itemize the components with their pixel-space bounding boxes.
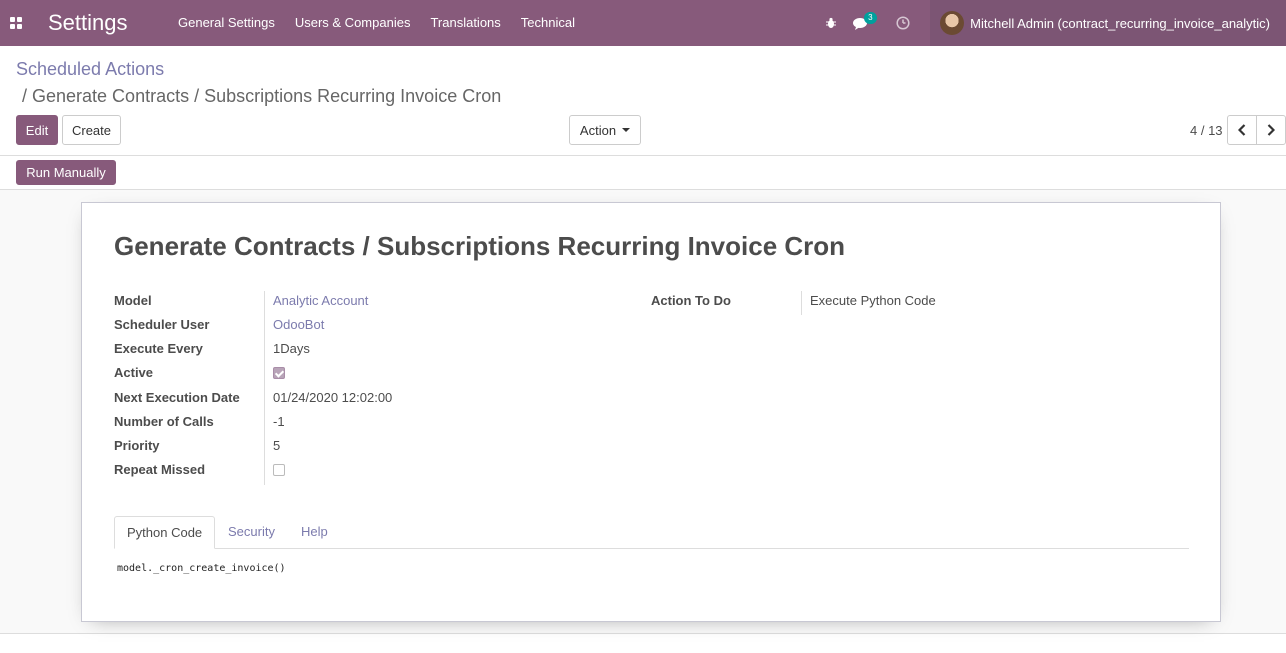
action-to-do-label: Action To Do bbox=[651, 293, 731, 308]
notebook-tabs: Python Code Security Help bbox=[114, 516, 1189, 549]
tab-security[interactable]: Security bbox=[216, 516, 287, 549]
run-manually-button[interactable]: Run Manually bbox=[16, 160, 116, 185]
execute-every-label: Execute Every bbox=[114, 341, 203, 356]
menu-technical[interactable]: Technical bbox=[511, 0, 585, 46]
scheduler-user-link[interactable]: OdooBot bbox=[273, 317, 324, 332]
python-code-content[interactable]: model._cron_create_invoice() bbox=[117, 563, 286, 574]
repeat-missed-label: Repeat Missed bbox=[114, 462, 206, 477]
number-of-calls-value: -1 bbox=[273, 414, 285, 429]
top-navbar: Settings General Settings Users & Compan… bbox=[0, 0, 1286, 46]
bug-icon[interactable] bbox=[818, 0, 844, 46]
tab-python-code[interactable]: Python Code bbox=[114, 516, 216, 549]
chevron-left-icon bbox=[1238, 124, 1246, 136]
user-menu[interactable]: Mitchell Admin (contract_recurring_invoi… bbox=[930, 0, 1286, 46]
tab-help[interactable]: Help bbox=[289, 516, 340, 549]
action-to-do-value: Execute Python Code bbox=[810, 293, 936, 308]
pager-value[interactable]: 4 / 13 bbox=[1190, 123, 1223, 138]
right-group-separator bbox=[801, 291, 802, 315]
menu-general-settings[interactable]: General Settings bbox=[168, 0, 285, 46]
statusbar: Run Manually bbox=[0, 156, 1286, 190]
execute-every-value: 1Days bbox=[273, 341, 310, 356]
left-group-separator bbox=[264, 291, 265, 485]
menu-translations[interactable]: Translations bbox=[420, 0, 510, 46]
number-of-calls-label: Number of Calls bbox=[114, 414, 214, 429]
pager-next-button[interactable] bbox=[1256, 115, 1286, 145]
priority-label: Priority bbox=[114, 438, 160, 453]
control-panel: Scheduled Actions / Generate Contracts /… bbox=[0, 46, 1286, 156]
model-label: Model bbox=[114, 293, 152, 308]
breadcrumb-current: / Generate Contracts / Subscriptions Rec… bbox=[22, 86, 502, 106]
next-execution-date-value: 01/24/2020 12:02:00 bbox=[273, 390, 393, 405]
priority-value: 5 bbox=[273, 438, 281, 453]
active-label: Active bbox=[114, 365, 154, 380]
chevron-right-icon bbox=[1267, 124, 1275, 136]
avatar bbox=[940, 11, 965, 35]
next-execution-date-label: Next Execution Date bbox=[114, 390, 240, 405]
messages-badge: 3 bbox=[864, 12, 877, 24]
caret-down-icon bbox=[622, 128, 631, 132]
action-label: Action bbox=[579, 122, 617, 138]
user-name: Mitchell Admin (contract_recurring_invoi… bbox=[970, 15, 1270, 31]
apps-icon[interactable] bbox=[0, 0, 32, 46]
active-checkbox bbox=[273, 367, 285, 379]
edit-button[interactable]: Edit bbox=[16, 115, 58, 145]
navbar-right: 3 Mitchell Admin (contract_recurring_inv… bbox=[816, 0, 1286, 46]
chat-icon[interactable]: 3 bbox=[848, 0, 877, 46]
breadcrumb-scheduled-actions[interactable]: Scheduled Actions bbox=[16, 59, 164, 80]
clock-icon[interactable] bbox=[890, 0, 916, 46]
create-button[interactable]: Create bbox=[62, 115, 121, 145]
menu-users-companies[interactable]: Users & Companies bbox=[285, 0, 421, 46]
repeat-missed-checkbox bbox=[273, 464, 285, 476]
form-sheet: Generate Contracts / Subscriptions Recur… bbox=[81, 202, 1221, 622]
record-title: Generate Contracts / Subscriptions Recur… bbox=[114, 231, 846, 261]
scheduler-user-label: Scheduler User bbox=[114, 317, 210, 332]
app-title: Settings bbox=[48, 10, 128, 35]
pager-previous-button[interactable] bbox=[1227, 115, 1257, 145]
model-link[interactable]: Analytic Account bbox=[273, 293, 368, 308]
action-dropdown[interactable]: Action bbox=[569, 115, 641, 145]
